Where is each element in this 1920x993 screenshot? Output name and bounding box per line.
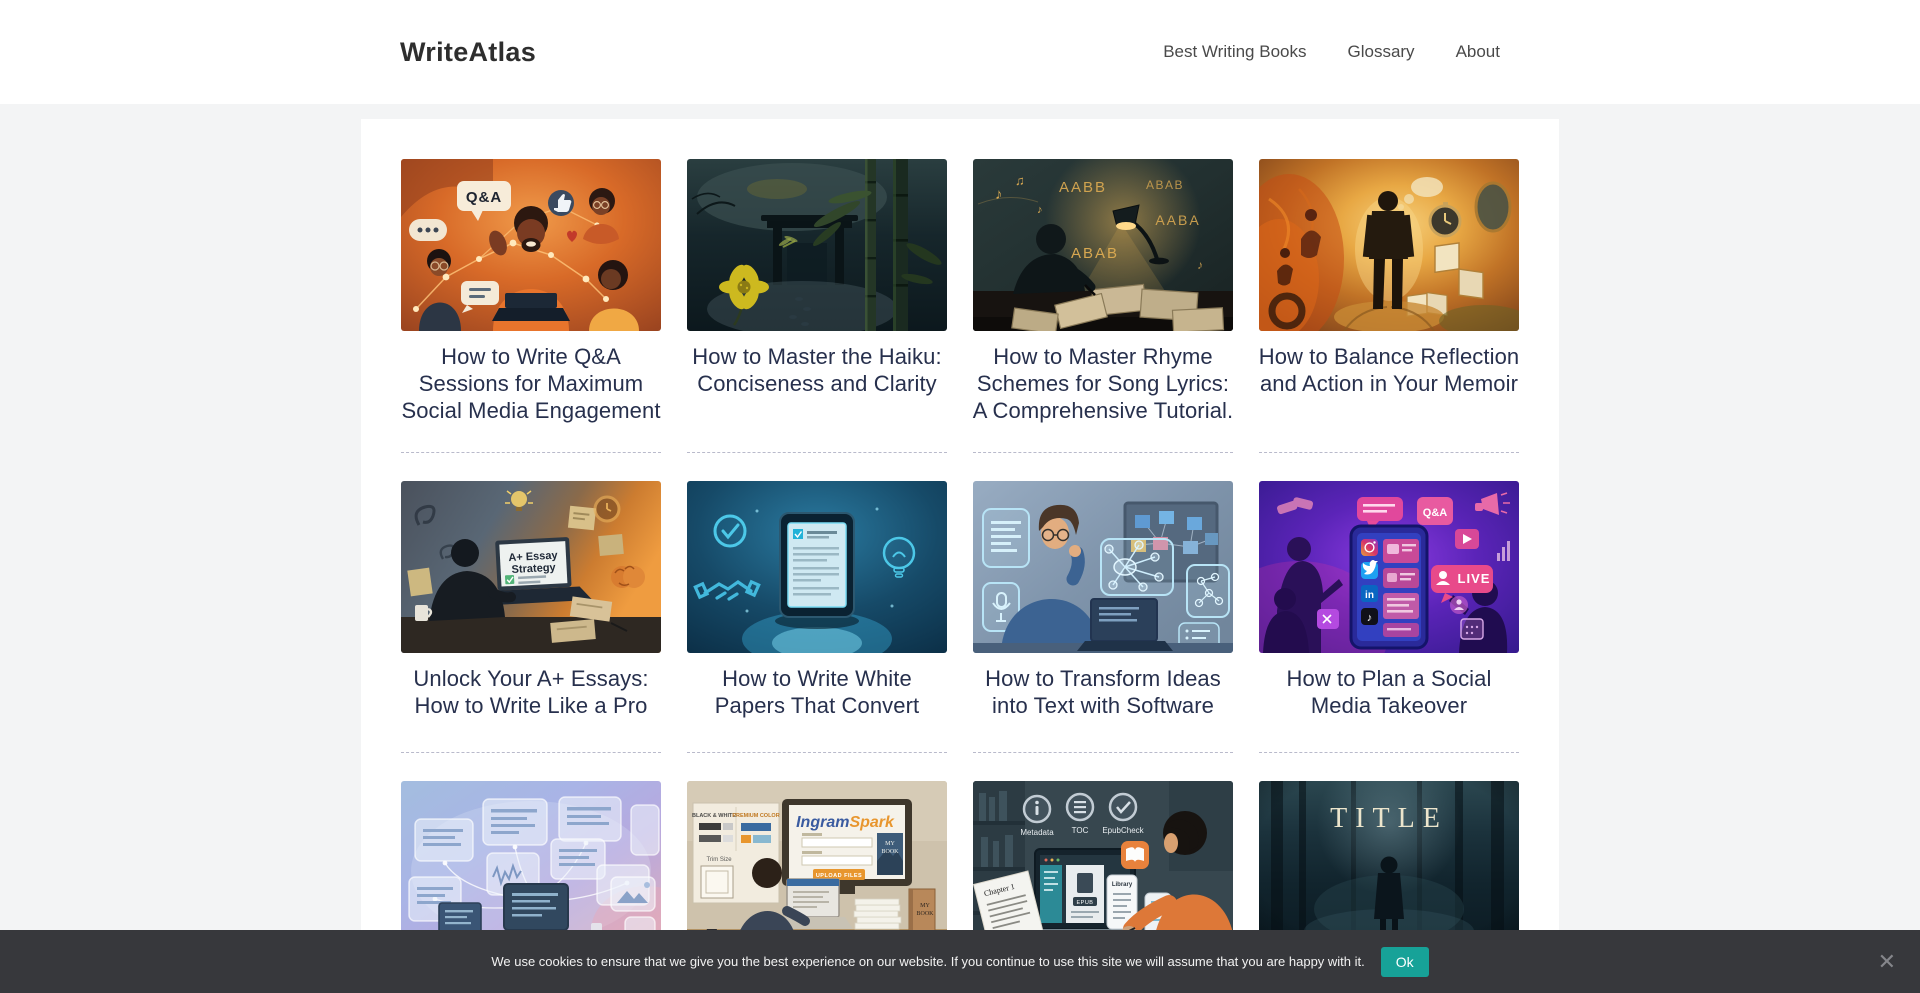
phone-library-label: Library [1112, 882, 1133, 888]
article-thumbnail-ebook-formatting[interactable]: Metadata TOC EpubCheck [973, 781, 1233, 953]
scheme-label-aabb: AABB [1059, 179, 1107, 196]
cookie-ok-button[interactable]: Ok [1381, 947, 1429, 977]
article-card-ideas-to-text[interactable]: How to Transform Ideas into Text with So… [973, 481, 1233, 753]
screen-book-cover-line2: BOOK [881, 849, 899, 855]
article-thumbnail-white-papers[interactable] [687, 481, 947, 653]
epub-file-label: EPUB [1077, 900, 1094, 906]
nav-glossary[interactable]: Glossary [1347, 42, 1414, 62]
memoir-illustration [1259, 159, 1519, 331]
article-card-white-papers[interactable]: How to Write White Papers That Convert [687, 481, 947, 753]
article-title[interactable]: How to Transform Ideas into Text with So… [971, 665, 1235, 719]
screen-book-cover-line1: MY [885, 841, 895, 847]
music-note-icon: ♪ [1197, 258, 1203, 272]
ingram-brand-part2: Spark [849, 814, 895, 831]
trim-size-label: Trim Size [706, 857, 732, 863]
bw-panel-label: BLACK & WHITE [692, 813, 736, 819]
desk-book-line1: MY [920, 903, 930, 909]
music-note-icon: ♫ [1015, 173, 1025, 188]
epubcheck-icon-label: EpubCheck [1102, 826, 1144, 835]
article-title[interactable]: How to Master the Haiku: Conciseness and… [685, 343, 949, 397]
white-paper-illustration [687, 481, 947, 653]
cookie-close-icon[interactable]: ✕ [1872, 950, 1902, 974]
social-takeover-illustration: Q&A in ♪ [1259, 481, 1519, 653]
article-thumbnail-ingramspark[interactable]: BLACK & WHITE PREMIUM COLOR Trim Size In… [687, 781, 947, 953]
essay-screen-line2: Strategy [511, 562, 556, 576]
music-note-icon: ♪ [1037, 204, 1043, 216]
article-card-essays[interactable]: A+ Essay Strategy [401, 481, 661, 753]
article-thumbnail-memoir[interactable] [1259, 159, 1519, 331]
desk-book-line2: BOOK [916, 911, 934, 917]
page: WriteAtlas Best Writing Books Glossary A… [0, 0, 1920, 993]
content-repurposing-illustration [401, 781, 661, 953]
upload-files-button-label: UPLOAD FILES [816, 873, 862, 879]
article-title[interactable]: Unlock Your A+ Essays: How to Write Like… [399, 665, 663, 719]
color-panel-label: PREMIUM COLOR [732, 813, 779, 819]
site-header: WriteAtlas Best Writing Books Glossary A… [0, 0, 1920, 104]
ideas-to-text-illustration [973, 481, 1233, 653]
article-title[interactable]: How to Plan a Social Media Takeover [1257, 665, 1521, 719]
essay-strategy-illustration: A+ Essay Strategy [401, 481, 661, 653]
linkedin-icon-label: in [1365, 590, 1374, 601]
article-card-qa-sessions[interactable]: Q&A How to Write Q&A Sessions for Maximu… [401, 159, 661, 453]
rhyme-schemes-illustration: AABB ABAB AABA ABAB ♪ ♫ ♪ ♪ [973, 159, 1233, 331]
article-title[interactable]: How to Master Rhyme Schemes for Song Lyr… [971, 343, 1235, 424]
article-thumbnail-essays[interactable]: A+ Essay Strategy [401, 481, 661, 653]
metadata-icon-label: Metadata [1020, 828, 1054, 837]
toc-icon-label: TOC [1072, 826, 1089, 835]
article-card-rhyme-schemes[interactable]: AABB ABAB AABA ABAB ♪ ♫ ♪ ♪ [973, 159, 1233, 453]
article-card-memoir[interactable]: How to Balance Reflection and Action in … [1259, 159, 1519, 453]
book-cover-illustration: TITLE AUTHOR NAME [1259, 781, 1519, 953]
qa-social-illustration: Q&A [401, 159, 661, 331]
svg-text:IngramSpark: IngramSpark [796, 814, 895, 831]
haiku-night-illustration [687, 159, 947, 331]
article-grid: Q&A How to Write Q&A Sessions for Maximu… [401, 159, 1519, 993]
article-thumbnail-rhyme-schemes[interactable]: AABB ABAB AABA ABAB ♪ ♫ ♪ ♪ [973, 159, 1233, 331]
tiktok-icon-note: ♪ [1367, 612, 1373, 624]
article-thumbnail-book-cover[interactable]: TITLE AUTHOR NAME [1259, 781, 1519, 953]
nav-best-writing-books[interactable]: Best Writing Books [1163, 42, 1306, 62]
qa-badge-label: Q&A [1423, 507, 1448, 519]
scheme-label-abab-top: ABAB [1146, 178, 1184, 192]
site-logo[interactable]: WriteAtlas [400, 37, 536, 68]
scheme-label-abab-mid: ABAB [1071, 245, 1119, 262]
article-card-social-takeover[interactable]: Q&A in ♪ [1259, 481, 1519, 753]
article-title[interactable]: How to Balance Reflection and Action in … [1257, 343, 1521, 397]
article-title[interactable]: How to Write White Papers That Convert [685, 665, 949, 719]
music-note-icon: ♪ [995, 186, 1003, 203]
ingramspark-illustration: BLACK & WHITE PREMIUM COLOR Trim Size In… [687, 781, 947, 953]
article-thumbnail-qa-sessions[interactable]: Q&A [401, 159, 661, 331]
article-list-container: Q&A How to Write Q&A Sessions for Maximu… [361, 119, 1559, 993]
article-card-haiku[interactable]: How to Master the Haiku: Conciseness and… [687, 159, 947, 453]
nav-about[interactable]: About [1456, 42, 1500, 62]
article-thumbnail-social-takeover[interactable]: Q&A in ♪ [1259, 481, 1519, 653]
ebook-formatting-illustration: Metadata TOC EpubCheck [973, 781, 1233, 953]
article-thumbnail-haiku[interactable] [687, 159, 947, 331]
cookie-consent-bar: We use cookies to ensure that we give yo… [0, 930, 1920, 993]
ingram-brand-part1: Ingram [796, 814, 849, 831]
article-thumbnail-ideas-to-text[interactable] [973, 481, 1233, 653]
qa-bubble-label: Q&A [466, 189, 502, 206]
article-title[interactable]: How to Write Q&A Sessions for Maximum So… [399, 343, 663, 424]
scheme-label-aaba: AABA [1155, 212, 1200, 228]
live-badge-label: LIVE [1458, 571, 1491, 586]
main-nav: Best Writing Books Glossary About [1163, 42, 1500, 62]
cookie-message: We use cookies to ensure that we give yo… [491, 954, 1364, 969]
article-thumbnail-content-cards[interactable] [401, 781, 661, 953]
